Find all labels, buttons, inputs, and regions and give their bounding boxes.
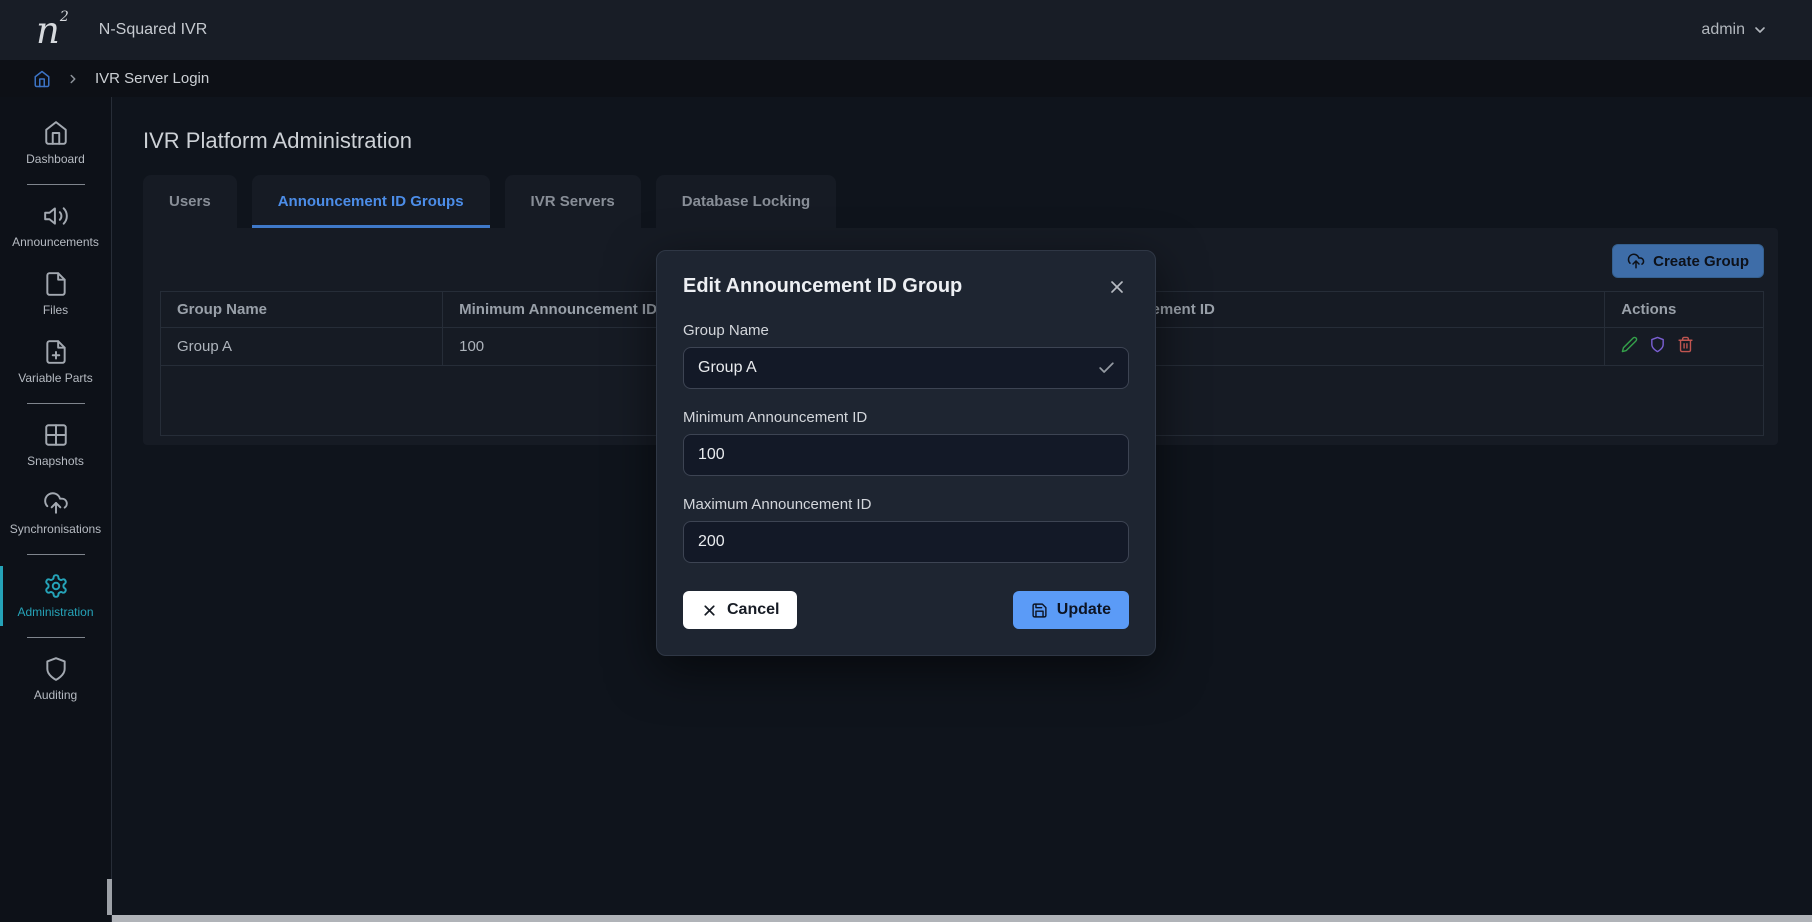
user-menu-label: admin <box>1701 21 1745 39</box>
home-icon <box>43 120 69 146</box>
gear-icon <box>43 573 69 599</box>
sidebar-item-dashboard[interactable]: Dashboard <box>0 109 111 177</box>
tab-users[interactable]: Users <box>143 175 237 228</box>
app-logo: n2 <box>36 12 69 49</box>
file-icon <box>43 271 69 297</box>
cancel-button-label: Cancel <box>727 601 779 619</box>
sidebar-item-variable-parts[interactable]: Variable Parts <box>0 328 111 396</box>
chevron-down-icon <box>1752 22 1768 38</box>
check-icon <box>1097 359 1116 378</box>
tab-database-locking[interactable]: Database Locking <box>656 175 836 228</box>
cancel-button[interactable]: Cancel <box>683 591 797 629</box>
update-button-label: Update <box>1057 601 1111 619</box>
save-icon <box>1031 602 1048 619</box>
topbar: n2 N-Squared IVR admin <box>0 0 1812 60</box>
page-title: IVR Platform Administration <box>143 128 1812 154</box>
tab-announcement-id-groups[interactable]: Announcement ID Groups <box>252 175 490 228</box>
sidebar-item-label: Administration <box>17 605 93 619</box>
row-actions <box>1621 336 1694 353</box>
edit-pencil-icon[interactable] <box>1621 336 1638 353</box>
sidebar-item-label: Announcements <box>12 235 99 249</box>
sidebar-item-label: Snapshots <box>27 454 84 468</box>
cloud-upload-icon <box>1627 252 1645 270</box>
sidebar-divider <box>27 403 85 404</box>
file-plus-icon <box>43 339 69 365</box>
sidebar-divider <box>27 637 85 638</box>
horizontal-scrollbar[interactable] <box>112 915 1812 922</box>
min-announcement-id-label: Minimum Announcement ID <box>683 409 1129 426</box>
home-breadcrumb-icon[interactable] <box>33 70 51 88</box>
sidebar-item-label: Synchronisations <box>10 522 101 536</box>
sidebar-divider <box>27 184 85 185</box>
cell-actions <box>1605 328 1764 366</box>
sidebar-item-label: Files <box>43 303 68 317</box>
update-button[interactable]: Update <box>1013 591 1129 629</box>
shield-icon[interactable] <box>1649 336 1666 353</box>
sidebar-item-label: Auditing <box>34 688 77 702</box>
user-menu[interactable]: admin <box>1701 21 1768 39</box>
sidebar: Dashboard Announcements Files Variable P… <box>0 97 112 922</box>
sidebar-item-announcements[interactable]: Announcements <box>0 192 111 260</box>
cloud-upload-icon <box>43 490 69 516</box>
app-title: N-Squared IVR <box>99 21 208 39</box>
sidebar-item-administration[interactable]: Administration <box>0 562 111 630</box>
create-group-button[interactable]: Create Group <box>1612 244 1764 278</box>
max-announcement-id-field[interactable] <box>683 521 1129 563</box>
sidebar-divider <box>27 554 85 555</box>
trash-icon[interactable] <box>1677 336 1694 353</box>
tab-bar: Users Announcement ID Groups IVR Servers… <box>143 175 1778 228</box>
grid-icon <box>43 422 69 448</box>
edit-group-modal: Edit Announcement ID Group Group Name Mi… <box>656 250 1156 656</box>
chevron-right-icon <box>66 72 80 86</box>
group-name-field[interactable] <box>683 347 1129 389</box>
modal-title: Edit Announcement ID Group <box>683 275 962 298</box>
vertical-scrollbar-thumb[interactable] <box>107 879 112 915</box>
logo-base: n <box>36 12 60 49</box>
speaker-icon <box>43 203 69 229</box>
shield-icon <box>43 656 69 682</box>
sidebar-item-snapshots[interactable]: Snapshots <box>0 411 111 479</box>
tab-ivr-servers[interactable]: IVR Servers <box>505 175 641 228</box>
create-group-label: Create Group <box>1653 253 1749 270</box>
sidebar-item-files[interactable]: Files <box>0 260 111 328</box>
cell-group-name: Group A <box>161 328 443 366</box>
breadcrumb-current: IVR Server Login <box>95 70 209 87</box>
logo-exponent: 2 <box>60 10 69 24</box>
x-icon <box>701 602 718 619</box>
sidebar-item-synchronisations[interactable]: Synchronisations <box>0 479 111 547</box>
group-name-label: Group Name <box>683 322 1129 339</box>
column-header-actions: Actions <box>1605 292 1764 328</box>
close-icon[interactable] <box>1105 275 1129 299</box>
sidebar-item-label: Variable Parts <box>18 371 92 385</box>
min-announcement-id-field[interactable] <box>683 434 1129 476</box>
sidebar-item-auditing[interactable]: Auditing <box>0 645 111 713</box>
breadcrumb: IVR Server Login <box>0 60 1812 97</box>
max-announcement-id-label: Maximum Announcement ID <box>683 496 1129 513</box>
sidebar-item-label: Dashboard <box>26 152 85 166</box>
column-header-group-name: Group Name <box>161 292 443 328</box>
